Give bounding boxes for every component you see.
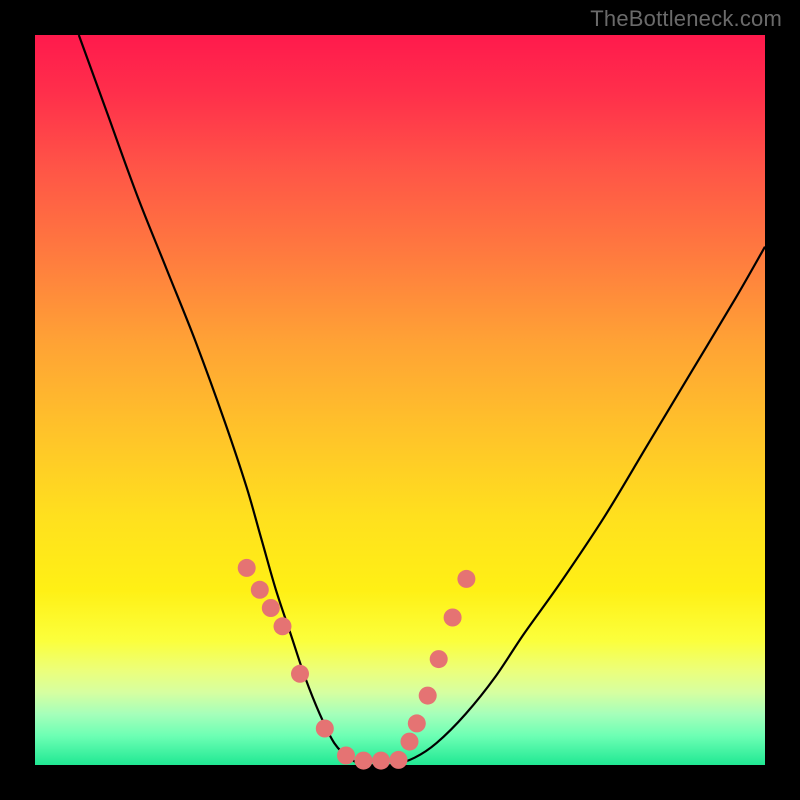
marker-dot [262,599,280,617]
marker-dot [251,581,269,599]
marker-dot [316,720,334,738]
bottleneck-curve [79,35,765,766]
marker-dot [291,665,309,683]
chart-svg [35,35,765,765]
marker-dot [274,617,292,635]
marker-dot [430,650,448,668]
highlight-markers [238,559,476,770]
marker-dot [419,687,437,705]
watermark-text: TheBottleneck.com [590,6,782,32]
marker-dot [390,751,408,769]
marker-dot [444,609,462,627]
marker-dot [372,752,390,770]
marker-dot [238,559,256,577]
marker-dot [337,747,355,765]
marker-dot [355,752,373,770]
chart-frame: TheBottleneck.com [0,0,800,800]
marker-dot [457,570,475,588]
marker-dot [401,733,419,751]
marker-dot [408,714,426,732]
plot-area [35,35,765,765]
